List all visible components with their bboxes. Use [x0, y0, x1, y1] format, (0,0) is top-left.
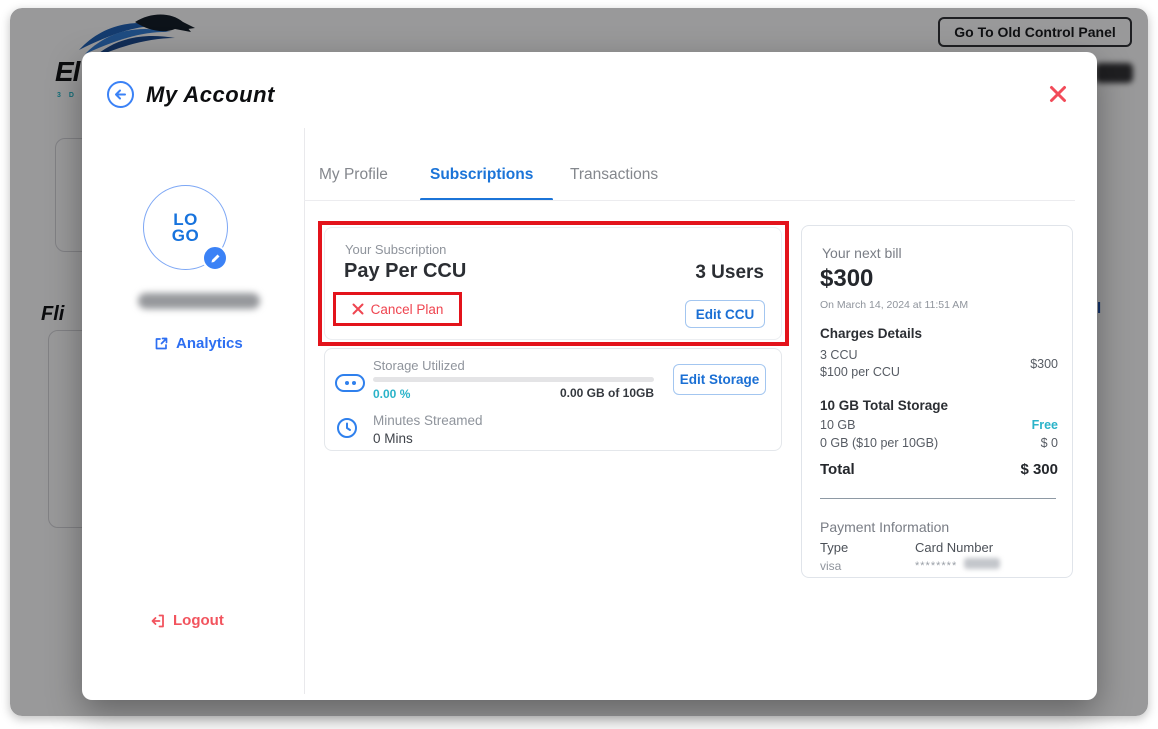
card-number-masked: ********: [915, 560, 957, 572]
clock-icon: [336, 417, 358, 439]
storage-percent: 0.00 %: [373, 387, 410, 401]
close-icon: [1048, 84, 1068, 104]
close-button[interactable]: [1046, 82, 1070, 106]
arrow-left-icon: [113, 87, 128, 102]
my-account-modal: My Account LO GO Analytics Logout My Pro…: [82, 52, 1097, 700]
storage-included-value: Free: [1032, 418, 1058, 432]
tab-subscriptions[interactable]: Subscriptions: [430, 166, 533, 184]
storage-extra-label: 0 GB ($10 per 10GB): [820, 436, 938, 450]
edit-storage-button[interactable]: Edit Storage: [673, 364, 766, 395]
sidebar-divider: [304, 128, 305, 694]
logout-icon: [150, 613, 166, 629]
payment-divider: [820, 498, 1056, 499]
total-storage-heading: 10 GB Total Storage: [820, 398, 948, 413]
logout-label: Logout: [173, 612, 224, 629]
ccu-rate: $100 per CCU: [820, 365, 900, 379]
payment-type-value: visa: [820, 559, 841, 573]
tabs-divider: [304, 200, 1075, 201]
next-bill-card: Your next bill $300 On March 14, 2024 at…: [801, 225, 1073, 578]
minutes-streamed-label: Minutes Streamed: [373, 413, 483, 428]
back-button[interactable]: [107, 81, 134, 108]
blurred-username: [138, 293, 260, 309]
storage-drive-icon: [335, 374, 365, 392]
avatar-text-line2: GO: [172, 228, 199, 244]
analytics-label: Analytics: [176, 335, 243, 352]
subscription-annotation-box: [318, 221, 789, 346]
storage-extra-value: $ 0: [1041, 436, 1058, 450]
avatar-edit-button[interactable]: [202, 245, 228, 271]
ccu-count: 3 CCU: [820, 348, 858, 362]
minutes-streamed-value: 0 Mins: [373, 431, 413, 446]
storage-amount: 0.00 GB of 10GB: [514, 386, 654, 400]
analytics-link[interactable]: Analytics: [154, 335, 243, 352]
tab-my-profile[interactable]: My Profile: [319, 166, 388, 184]
storage-utilized-label: Storage Utilized: [373, 358, 465, 373]
total-label: Total: [820, 461, 855, 478]
charges-details-heading: Charges Details: [820, 326, 922, 341]
tab-transactions[interactable]: Transactions: [570, 166, 658, 184]
storage-progress-bar: [373, 377, 654, 382]
next-bill-title: Your next bill: [822, 245, 902, 261]
total-value: $ 300: [1020, 461, 1058, 478]
modal-title: My Account: [146, 82, 275, 108]
pencil-icon: [210, 253, 221, 264]
payment-type-header: Type: [820, 540, 848, 555]
next-bill-date: On March 14, 2024 at 11:51 AM: [820, 299, 968, 311]
logout-button[interactable]: Logout: [150, 612, 224, 629]
card-number-header: Card Number: [915, 540, 993, 555]
payment-information-title: Payment Information: [820, 519, 949, 535]
next-bill-amount: $300: [820, 265, 873, 293]
external-link-icon: [154, 336, 169, 351]
ccu-charge-value: $300: [1030, 357, 1058, 371]
storage-included-label: 10 GB: [820, 418, 855, 432]
usage-card: Storage Utilized 0.00 % 0.00 GB of 10GB …: [324, 348, 782, 451]
card-number-blurred-digits: [964, 558, 1000, 569]
